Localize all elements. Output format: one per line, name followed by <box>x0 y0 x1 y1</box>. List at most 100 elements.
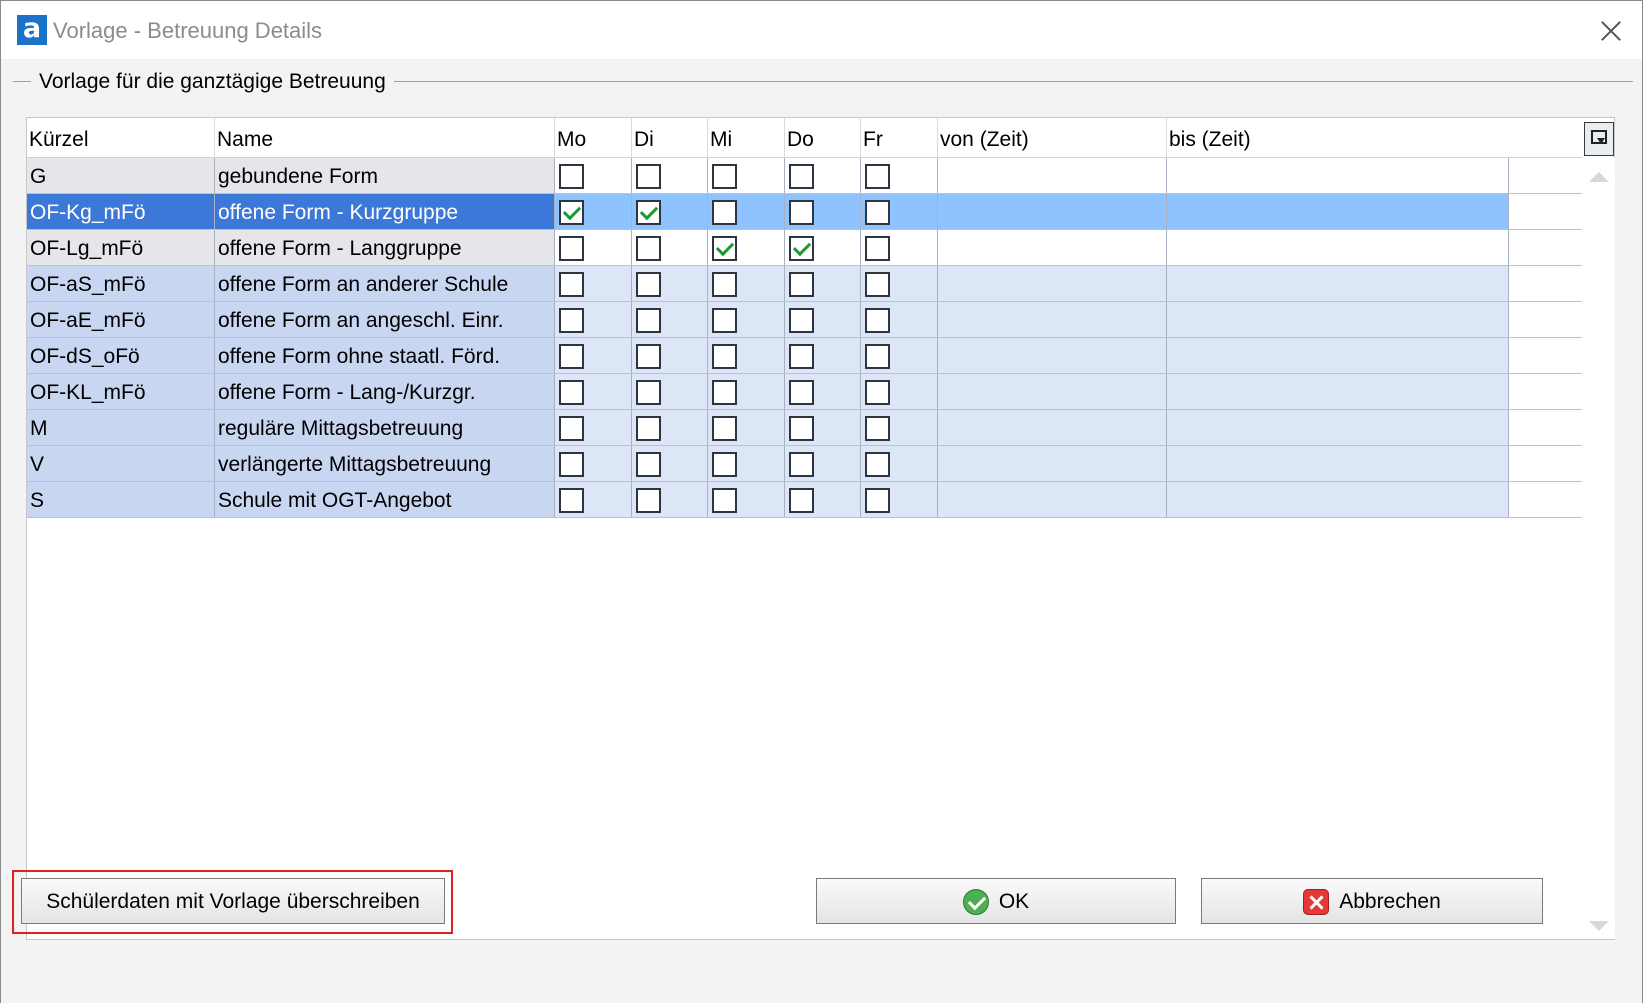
checkbox-di[interactable] <box>636 488 661 513</box>
checkbox-do[interactable] <box>789 488 814 513</box>
checkbox-mo[interactable] <box>559 308 584 333</box>
cell-fr[interactable] <box>861 302 938 337</box>
checkbox-mi[interactable] <box>712 308 737 333</box>
cell-mo[interactable] <box>555 338 632 373</box>
checkbox-fr[interactable] <box>865 416 890 441</box>
cell-fr[interactable] <box>861 446 938 481</box>
column-header-name[interactable]: Name <box>215 118 555 158</box>
checkbox-do[interactable] <box>789 416 814 441</box>
cell-mi[interactable] <box>708 266 785 301</box>
cell-do[interactable] <box>785 446 861 481</box>
cell-kuerzel[interactable]: OF-aS_mFö <box>27 266 215 301</box>
table-row[interactable]: OF-Lg_mFö offene Form - Langgruppe <box>27 230 1582 266</box>
table-row[interactable]: OF-Kg_mFö offene Form - Kurzgruppe <box>27 194 1582 230</box>
cell-kuerzel[interactable]: OF-dS_oFö <box>27 338 215 373</box>
scroll-down-icon[interactable] <box>1589 921 1609 931</box>
cell-name[interactable]: reguläre Mittagsbetreuung <box>215 410 555 445</box>
checkbox-di[interactable] <box>636 308 661 333</box>
cell-do[interactable] <box>785 374 861 409</box>
checkbox-mi[interactable] <box>712 272 737 297</box>
cell-di[interactable] <box>632 302 708 337</box>
checkbox-mo[interactable] <box>559 164 584 189</box>
cell-di[interactable] <box>632 230 708 265</box>
checkbox-mo[interactable] <box>559 380 584 405</box>
scroll-up-icon[interactable] <box>1589 172 1609 182</box>
cell-di[interactable] <box>632 158 708 193</box>
cell-mo[interactable] <box>555 410 632 445</box>
cell-fr[interactable] <box>861 266 938 301</box>
cell-di[interactable] <box>632 446 708 481</box>
checkbox-di[interactable] <box>636 164 661 189</box>
table-row[interactable]: Mreguläre Mittagsbetreuung <box>27 410 1582 446</box>
cell-bis[interactable] <box>1167 302 1509 337</box>
checkbox-fr[interactable] <box>865 200 890 225</box>
checkbox-mo[interactable] <box>559 416 584 441</box>
cell-kuerzel[interactable]: M <box>27 410 215 445</box>
cell-mi[interactable] <box>708 158 785 193</box>
cell-bis[interactable] <box>1167 374 1509 409</box>
checkbox-fr[interactable] <box>865 164 890 189</box>
cell-mo[interactable] <box>555 302 632 337</box>
cell-mo[interactable] <box>555 482 632 517</box>
cell-name[interactable]: offene Form - Kurzgruppe <box>215 194 555 229</box>
checkbox-mi[interactable] <box>712 380 737 405</box>
checkbox-do[interactable] <box>789 344 814 369</box>
cell-von[interactable] <box>938 194 1167 229</box>
cell-di[interactable] <box>632 374 708 409</box>
cell-von[interactable] <box>938 374 1167 409</box>
checkbox-fr[interactable] <box>865 452 890 477</box>
cell-name[interactable]: offene Form an anderer Schule <box>215 266 555 301</box>
cell-name[interactable]: offene Form - Langgruppe <box>215 230 555 265</box>
column-chooser-button[interactable] <box>1584 122 1614 156</box>
checkbox-fr[interactable] <box>865 308 890 333</box>
checkbox-do[interactable] <box>789 164 814 189</box>
checkbox-di[interactable] <box>636 452 661 477</box>
cell-von[interactable] <box>938 446 1167 481</box>
cell-fr[interactable] <box>861 374 938 409</box>
cell-fr[interactable] <box>861 158 938 193</box>
cell-fr[interactable] <box>861 338 938 373</box>
table-row[interactable]: OF-KL_mFö offene Form - Lang-/Kurzgr. <box>27 374 1582 410</box>
checkbox-mi[interactable] <box>712 236 737 261</box>
checkbox-di[interactable] <box>636 236 661 261</box>
checkbox-mo[interactable] <box>559 200 584 225</box>
cell-name[interactable]: Schule mit OGT-Angebot <box>215 482 555 517</box>
checkbox-mo[interactable] <box>559 488 584 513</box>
cell-fr[interactable] <box>861 482 938 517</box>
cell-von[interactable] <box>938 410 1167 445</box>
table-row[interactable]: S Schule mit OGT-Angebot <box>27 482 1582 518</box>
checkbox-mi[interactable] <box>712 452 737 477</box>
cell-bis[interactable] <box>1167 410 1509 445</box>
cell-mo[interactable] <box>555 266 632 301</box>
checkbox-mi[interactable] <box>712 488 737 513</box>
title-bar[interactable]: a Vorlage - Betreuung Details <box>1 1 1642 59</box>
checkbox-mi[interactable] <box>712 200 737 225</box>
cell-mi[interactable] <box>708 482 785 517</box>
cell-mo[interactable] <box>555 230 632 265</box>
cell-bis[interactable] <box>1167 194 1509 229</box>
checkbox-mi[interactable] <box>712 416 737 441</box>
cell-mi[interactable] <box>708 230 785 265</box>
table-row[interactable]: OF-aE_mFö offene Form an angeschl. Einr. <box>27 302 1582 338</box>
cell-do[interactable] <box>785 482 861 517</box>
checkbox-di[interactable] <box>636 416 661 441</box>
cell-kuerzel[interactable]: G <box>27 158 215 193</box>
cell-di[interactable] <box>632 194 708 229</box>
cell-name[interactable]: offene Form ohne staatl. Förd. <box>215 338 555 373</box>
cell-di[interactable] <box>632 482 708 517</box>
cell-bis[interactable] <box>1167 338 1509 373</box>
cell-von[interactable] <box>938 482 1167 517</box>
cell-mo[interactable] <box>555 446 632 481</box>
cell-do[interactable] <box>785 194 861 229</box>
checkbox-fr[interactable] <box>865 380 890 405</box>
cell-kuerzel[interactable]: OF-aE_mFö <box>27 302 215 337</box>
checkbox-mi[interactable] <box>712 164 737 189</box>
checkbox-fr[interactable] <box>865 272 890 297</box>
checkbox-di[interactable] <box>636 200 661 225</box>
checkbox-mo[interactable] <box>559 236 584 261</box>
checkbox-mo[interactable] <box>559 272 584 297</box>
cell-kuerzel[interactable]: OF-KL_mFö <box>27 374 215 409</box>
cell-von[interactable] <box>938 266 1167 301</box>
cell-di[interactable] <box>632 266 708 301</box>
cell-mo[interactable] <box>555 374 632 409</box>
